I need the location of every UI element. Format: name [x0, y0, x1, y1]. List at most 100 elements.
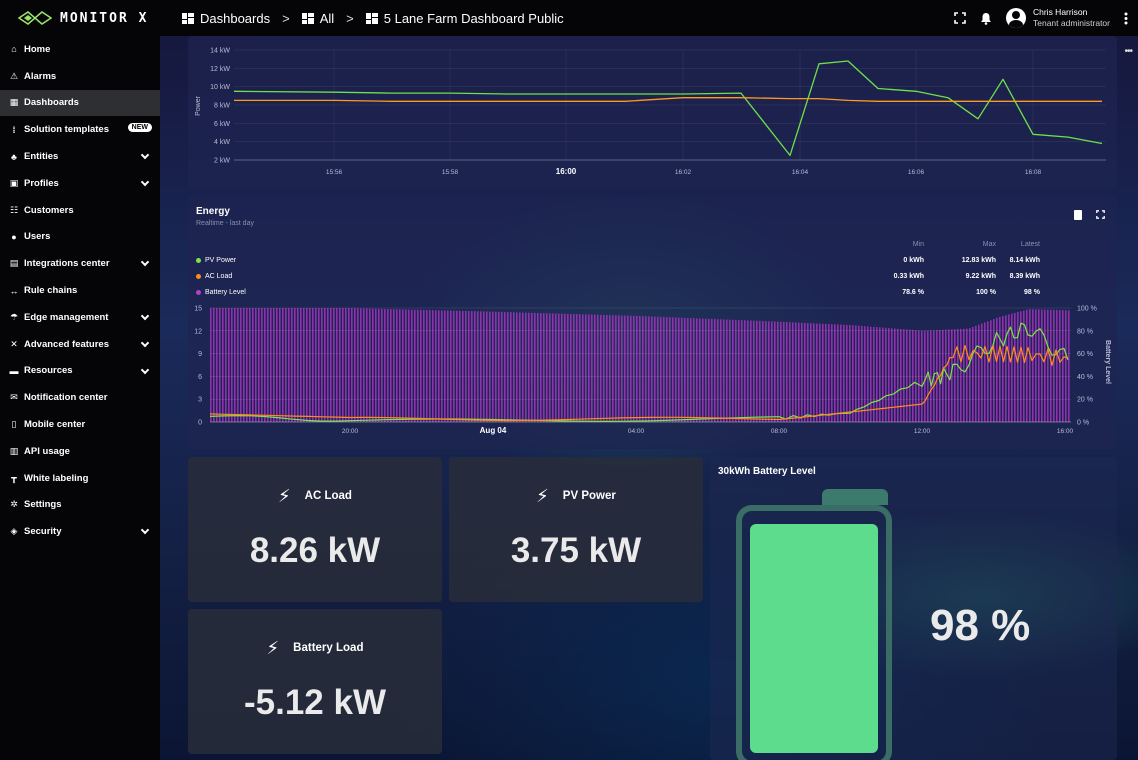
- sidebar-item-resources[interactable]: ▬ Resources: [0, 358, 160, 385]
- battery-bar: [396, 309, 398, 422]
- x-tick-label: 16:00: [556, 167, 577, 176]
- sidebar-item-dashboards[interactable]: ▦ Dashboards: [0, 89, 160, 117]
- fullscreen-icon[interactable]: [954, 12, 966, 24]
- battery-bar: [723, 319, 725, 422]
- battery-bar: [771, 321, 773, 422]
- chevron-down-icon[interactable]: [140, 258, 150, 267]
- legend-row-battery-level[interactable]: Battery Level 78.6 % 100 % 98 %: [196, 284, 1108, 300]
- battery-bar: [780, 321, 782, 422]
- home-icon: ⌂: [11, 44, 17, 55]
- export-file-icon[interactable]: [1074, 210, 1082, 220]
- y-tick-label: 15: [194, 306, 202, 313]
- battery-bar: [486, 311, 488, 422]
- battery-bar: [624, 315, 626, 422]
- chevron-down-icon[interactable]: [140, 526, 150, 535]
- chevron-down-icon[interactable]: [140, 150, 150, 160]
- legend-row-pv-power[interactable]: PV Power 0 kWh 12.83 kWh 8.14 kWh: [196, 252, 1108, 268]
- battery-bar: [615, 315, 617, 422]
- battery-bar: [276, 308, 278, 422]
- pv-power-value: 3.75 kW: [510, 531, 642, 570]
- chevron-down-icon[interactable]: [140, 177, 150, 187]
- chevron-down-icon[interactable]: [140, 365, 150, 374]
- entities-icon: ♣: [11, 151, 17, 162]
- battery-bar: [222, 308, 224, 422]
- x-tick-label: 15:56: [326, 169, 343, 176]
- sidebar-item-label: Integrations center: [24, 258, 110, 270]
- chevron-down-icon[interactable]: [140, 338, 150, 348]
- battery-bar: [354, 308, 356, 422]
- sidebar-item-settings[interactable]: ✲ Settings: [0, 492, 160, 519]
- breadcrumb-item-all[interactable]: All: [301, 11, 334, 26]
- legend-row-ac-load[interactable]: AC Load 0.33 kWh 9.22 kWh 8.39 kWh: [196, 268, 1108, 284]
- battery-bar: [681, 317, 683, 422]
- y-tick-label: 0: [198, 420, 202, 427]
- battery-bar: [957, 329, 959, 422]
- battery-bar: [1059, 310, 1061, 422]
- more-horiz-icon[interactable]: •••: [1124, 46, 1132, 57]
- sidebar-item-customers[interactable]: ☷ Customers: [0, 197, 160, 224]
- battery-bar: [825, 323, 827, 422]
- battery-bar: [261, 308, 263, 422]
- battery-bar: [708, 318, 710, 422]
- edge-icon: ☂: [9, 311, 19, 322]
- battery-bar: [639, 316, 641, 422]
- battery-bar: [999, 316, 1001, 422]
- sidebar-item-alarms[interactable]: ⚠ Alarms: [0, 63, 160, 90]
- battery-bar: [855, 325, 857, 422]
- battery-bar: [621, 315, 623, 422]
- battery-bar: [843, 324, 845, 422]
- sidebar-item-mobile-center[interactable]: ▯ Mobile center: [0, 411, 160, 438]
- fullscreen-icon[interactable]: [1096, 210, 1105, 219]
- sidebar-item-solution-templates[interactable]: ⁞ Solution templates NEW: [0, 116, 160, 143]
- battery-bar: [357, 308, 359, 422]
- top-bar: MONITOR X Dashboards > All > 5 Lane Farm…: [0, 0, 1138, 36]
- sidebar-item-profiles[interactable]: ▣ Profiles: [0, 170, 160, 197]
- battery-bar: [768, 321, 770, 422]
- battery-bar: [432, 310, 434, 422]
- app-logo[interactable]: MONITOR X: [0, 11, 160, 26]
- more-vert-icon[interactable]: [1124, 12, 1128, 25]
- battery-bar: [546, 313, 548, 422]
- breadcrumb-item-dashboards[interactable]: Dashboards: [182, 11, 270, 26]
- sidebar-item-entities[interactable]: ♣ Entities: [0, 143, 160, 170]
- sidebar-item-advanced-features[interactable]: ✕ Advanced features: [0, 331, 160, 358]
- battery-bar: [663, 316, 665, 422]
- battery-bar: [522, 312, 524, 422]
- chevron-down-icon[interactable]: [140, 311, 150, 321]
- x-tick-label: 16:00: [1057, 428, 1074, 435]
- sidebar-item-security[interactable]: ◈ Security: [0, 518, 160, 545]
- sidebar-item-rule-chains[interactable]: ↔ Rule chains: [0, 277, 160, 304]
- sidebar-item-integrations-center[interactable]: ▤ Integrations center: [0, 250, 160, 277]
- sidebar-item-users[interactable]: ● Users: [0, 224, 160, 251]
- security-icon: ◈: [10, 526, 18, 537]
- battery-bar: [867, 326, 869, 422]
- sidebar-item-home[interactable]: ⌂ Home: [0, 36, 160, 63]
- sidebar-item-edge-management[interactable]: ☂ Edge management: [0, 304, 160, 331]
- battery-bar: [348, 308, 350, 422]
- battery-bar: [894, 328, 896, 422]
- sidebar-item-white-labeling[interactable]: ┳ White labeling: [0, 465, 160, 492]
- battery-bar: [339, 308, 341, 422]
- battery-bar: [249, 308, 251, 422]
- battery-bar: [672, 317, 674, 422]
- sidebar-item-label: Alarms: [24, 70, 57, 82]
- user-menu[interactable]: Chris Harrison Tenant administrator: [1005, 7, 1110, 29]
- y-tick-label: 3: [198, 397, 202, 404]
- battery-bar: [879, 327, 881, 422]
- y-right-tick-label: 80 %: [1077, 328, 1093, 335]
- sidebar-item-api-usage[interactable]: ▥ API usage: [0, 438, 160, 465]
- battery-bar: [363, 308, 365, 422]
- sidebar-item-label: Rule chains: [24, 285, 78, 297]
- sidebar-item-label: Resources: [24, 365, 73, 377]
- battery-bar: [903, 329, 905, 422]
- sidebar-item-notification-center[interactable]: ✉ Notification center: [0, 384, 160, 411]
- battery-bar: [657, 316, 659, 422]
- battery-bar: [744, 320, 746, 422]
- battery-bar: [1002, 316, 1004, 422]
- battery-bar: [309, 308, 311, 422]
- battery-bar: [975, 325, 977, 422]
- notifications-bell-icon[interactable]: [980, 12, 992, 25]
- battery-bar: [1047, 309, 1049, 422]
- y-tick-label: 14 kW: [210, 48, 230, 55]
- x-tick-label: 16:06: [908, 169, 925, 176]
